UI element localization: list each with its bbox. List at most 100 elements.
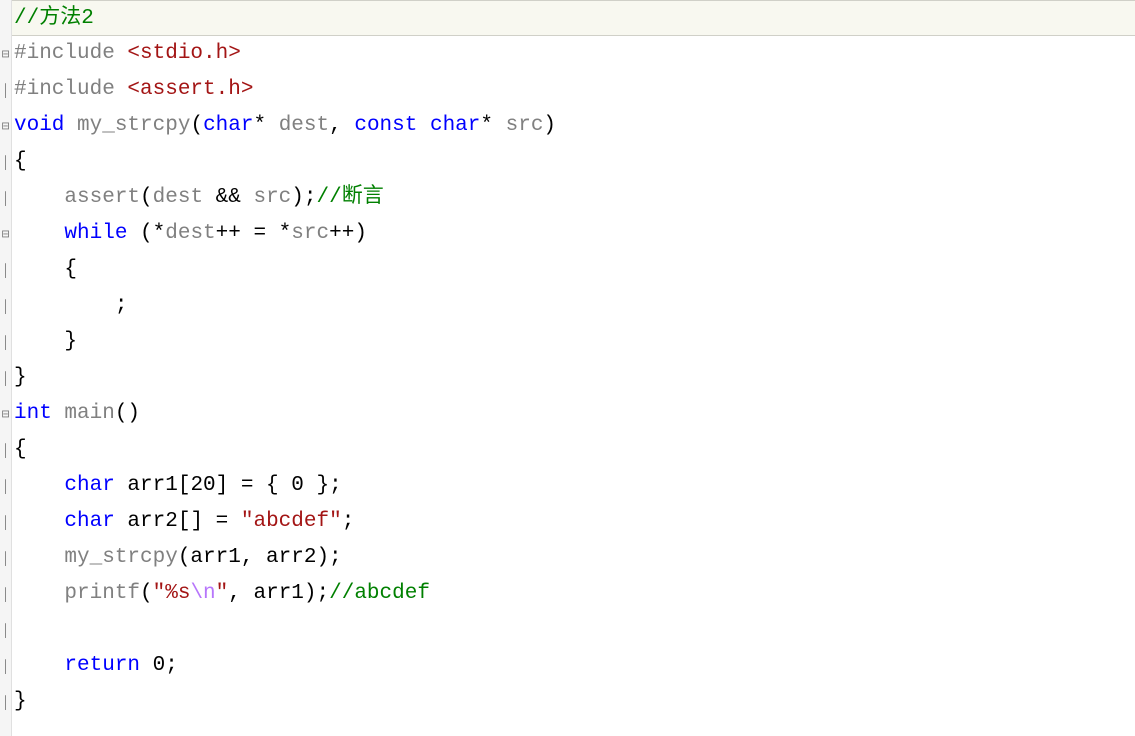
gutter-line: │ xyxy=(0,468,11,504)
func-call: my_strcpy xyxy=(14,546,178,569)
comment-text: //abcdef xyxy=(329,582,430,605)
keyword-return: return xyxy=(14,654,140,677)
keyword-char: char xyxy=(203,114,253,137)
code-line-7[interactable]: while (*dest++ = *src++) xyxy=(12,216,1135,252)
func-name: my_strcpy xyxy=(64,114,190,137)
code-line-14[interactable]: char arr1[20] = { 0 }; xyxy=(12,468,1135,504)
gutter-collapse[interactable]: ⊟ xyxy=(0,396,11,432)
printf-args: , arr1); xyxy=(228,582,329,605)
paren: ( xyxy=(140,186,153,209)
return-val: 0; xyxy=(140,654,178,677)
gutter-line: │ xyxy=(0,324,11,360)
and-op: && xyxy=(216,186,254,209)
parens: () xyxy=(115,402,140,425)
keyword-char: char xyxy=(430,114,480,137)
gutter-line: │ xyxy=(0,72,11,108)
format-string: "%s xyxy=(153,582,191,605)
pointer: * xyxy=(480,114,505,137)
include-header: <stdio.h> xyxy=(127,42,240,65)
assert-call: assert xyxy=(14,186,140,209)
escape-seq: \n xyxy=(190,582,215,605)
keyword-while: while xyxy=(14,222,127,245)
code-line-17[interactable]: printf("%s\n", arr1);//abcdef xyxy=(12,576,1135,612)
gutter: ⊟ │ ⊟ │ │ ⊟ │ │ │ │ ⊟ │ │ │ │ │ │ │ │ xyxy=(0,0,12,736)
keyword-const: const xyxy=(354,114,417,137)
call-args: (arr1, arr2); xyxy=(178,546,342,569)
semicolon: ; xyxy=(14,294,127,317)
keyword-int: int xyxy=(14,402,52,425)
paren: ( xyxy=(140,582,153,605)
code-line-11[interactable]: } xyxy=(12,360,1135,396)
preprocessor: #include xyxy=(14,42,127,65)
keyword-char: char xyxy=(14,510,115,533)
inc-assign: ++ = * xyxy=(216,222,292,245)
code-line-4[interactable]: void my_strcpy(char* dest, const char* s… xyxy=(12,108,1135,144)
gutter-line: │ xyxy=(0,540,11,576)
include-header: <assert.h> xyxy=(127,78,253,101)
code-line-1[interactable]: //方法2 xyxy=(12,0,1135,36)
comment-text: //方法2 xyxy=(14,7,94,30)
preprocessor: #include xyxy=(14,78,127,101)
arr2-decl: arr2[] = xyxy=(115,510,241,533)
semicolon: ; xyxy=(342,510,355,533)
gutter-line: │ xyxy=(0,252,11,288)
gutter-line: │ xyxy=(0,504,11,540)
brace-close: } xyxy=(14,330,77,353)
string-end: " xyxy=(216,582,229,605)
brace-open: { xyxy=(14,150,27,173)
gutter-collapse[interactable]: ⊟ xyxy=(0,216,11,252)
code-line-2[interactable]: #include <stdio.h> xyxy=(12,36,1135,72)
gutter-collapse[interactable]: ⊟ xyxy=(0,36,11,72)
var-src: src xyxy=(253,186,291,209)
code-line-16[interactable]: my_strcpy(arr1, arr2); xyxy=(12,540,1135,576)
star-op: * xyxy=(153,222,166,245)
param-src: src xyxy=(506,114,544,137)
gutter-line: │ xyxy=(0,360,11,396)
gutter-line: │ xyxy=(0,432,11,468)
paren: ( xyxy=(190,114,203,137)
paren: ) xyxy=(543,114,556,137)
code-line-12[interactable]: int main() xyxy=(12,396,1135,432)
printf-call: printf xyxy=(14,582,140,605)
code-area[interactable]: //方法2 #include <stdio.h> #include <asser… xyxy=(12,0,1135,736)
comma: , xyxy=(329,114,354,137)
gutter-collapse[interactable]: ⊟ xyxy=(0,108,11,144)
code-line-8[interactable]: { xyxy=(12,252,1135,288)
gutter-line: │ xyxy=(0,612,11,648)
brace-close: } xyxy=(14,690,27,713)
code-line-5[interactable]: { xyxy=(12,144,1135,180)
gutter-line: │ xyxy=(0,180,11,216)
var-dest: dest xyxy=(153,186,216,209)
brace-close: } xyxy=(14,366,27,389)
comment-text: //断言 xyxy=(317,186,384,209)
code-line-13[interactable]: { xyxy=(12,432,1135,468)
code-line-19[interactable]: return 0; xyxy=(12,648,1135,684)
code-line-3[interactable]: #include <assert.h> xyxy=(12,72,1135,108)
gutter-line: │ xyxy=(0,288,11,324)
param-dest: dest xyxy=(279,114,329,137)
code-line-9[interactable]: ; xyxy=(12,288,1135,324)
string-literal: "abcdef" xyxy=(241,510,342,533)
brace-open: { xyxy=(14,438,27,461)
pointer: * xyxy=(253,114,278,137)
gutter-line: │ xyxy=(0,576,11,612)
gutter-marker xyxy=(0,0,11,36)
arr1-decl: arr1[20] = { 0 }; xyxy=(115,474,342,497)
gutter-line: │ xyxy=(0,684,11,720)
paren-semi: ); xyxy=(291,186,316,209)
code-line-6[interactable]: assert(dest && src);//断言 xyxy=(12,180,1135,216)
paren: ( xyxy=(140,222,153,245)
code-line-10[interactable]: } xyxy=(12,324,1135,360)
var-dest: dest xyxy=(165,222,215,245)
gutter-line: │ xyxy=(0,648,11,684)
func-main: main xyxy=(52,402,115,425)
var-src: src xyxy=(291,222,329,245)
code-line-15[interactable]: char arr2[] = "abcdef"; xyxy=(12,504,1135,540)
inc-paren: ++) xyxy=(329,222,367,245)
code-line-18[interactable] xyxy=(12,612,1135,648)
brace-open: { xyxy=(14,258,77,281)
code-line-20[interactable]: } xyxy=(12,684,1135,720)
code-editor: ⊟ │ ⊟ │ │ ⊟ │ │ │ │ ⊟ │ │ │ │ │ │ │ │ //… xyxy=(0,0,1135,736)
gutter-line: │ xyxy=(0,144,11,180)
keyword-void: void xyxy=(14,114,64,137)
